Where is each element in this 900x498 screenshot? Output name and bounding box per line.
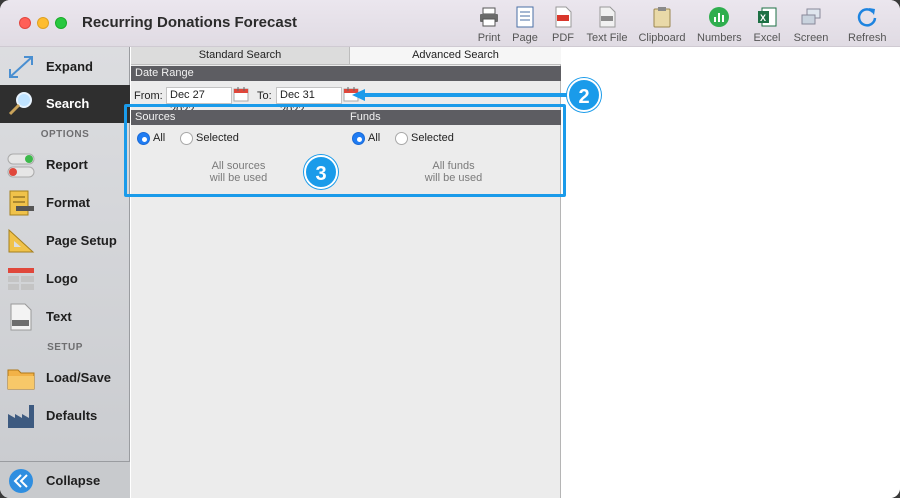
numbers-icon bbox=[709, 7, 729, 27]
sidebar-label-logo: Logo bbox=[46, 271, 78, 286]
sidebar-label-format: Format bbox=[46, 195, 91, 210]
clipboard-label: Clipboard bbox=[638, 32, 686, 44]
magnifier-icon bbox=[8, 92, 32, 116]
clipboard-icon bbox=[653, 7, 671, 28]
expand-icon bbox=[9, 56, 33, 78]
numbers-label: Numbers bbox=[697, 32, 742, 44]
callout-3-highlight-box bbox=[124, 104, 566, 197]
sidebar-label-collapse: Collapse bbox=[46, 473, 101, 488]
svg-text:X: X bbox=[760, 13, 766, 23]
window-title: Recurring Donations Forecast bbox=[82, 14, 298, 31]
sidebar-label-text: Text bbox=[46, 309, 72, 324]
double-chevron-left-icon bbox=[9, 469, 33, 493]
minimize-window-button[interactable] bbox=[37, 17, 49, 29]
sidebar-item-load-save[interactable]: Load/Save bbox=[0, 359, 130, 397]
page-icon bbox=[516, 6, 534, 28]
report-preview-area bbox=[562, 47, 900, 498]
from-date-field[interactable]: Dec 27 2022 bbox=[166, 87, 232, 116]
sidebar-label-expand: Expand bbox=[46, 59, 93, 74]
screen-button[interactable]: Screen bbox=[793, 6, 829, 44]
text-file-icon bbox=[599, 6, 616, 28]
callout-3-badge: 3 bbox=[304, 155, 338, 189]
search-tabs: Standard Search Advanced Search bbox=[131, 47, 561, 65]
excel-label: Excel bbox=[753, 32, 781, 44]
logo-icon bbox=[8, 268, 34, 290]
sidebar-item-logo[interactable]: Logo bbox=[0, 260, 130, 298]
sidebar-label-load-save: Load/Save bbox=[46, 370, 112, 385]
tab-advanced-search[interactable]: Advanced Search bbox=[350, 47, 561, 65]
sidebar-item-format[interactable]: Format bbox=[0, 184, 130, 222]
sidebar-label-page-setup: Page Setup bbox=[46, 233, 117, 248]
sidebar-label-search: Search bbox=[46, 96, 90, 111]
refresh-icon bbox=[857, 8, 877, 27]
setup-section-header: SETUP bbox=[47, 342, 83, 353]
factory-icon bbox=[8, 405, 34, 428]
pdf-label: PDF bbox=[552, 32, 574, 44]
screen-label: Screen bbox=[793, 32, 829, 44]
date-range-header: Date Range bbox=[131, 66, 561, 81]
sidebar-item-page-setup[interactable]: Page Setup bbox=[0, 222, 130, 260]
printer-icon bbox=[480, 7, 498, 27]
set-square-icon bbox=[8, 228, 35, 253]
text-document-icon bbox=[10, 303, 32, 331]
sidebar-collapse-area: Collapse bbox=[0, 461, 130, 498]
print-button[interactable]: Print bbox=[476, 6, 502, 44]
sidebar-item-expand[interactable]: Expand bbox=[0, 48, 130, 86]
sidebar-item-collapse[interactable]: Collapse bbox=[0, 462, 130, 498]
refresh-button[interactable]: Refresh bbox=[848, 6, 887, 44]
callout-arrow bbox=[352, 89, 578, 101]
calendar-icon[interactable] bbox=[233, 86, 249, 102]
clipboard-button[interactable]: Clipboard bbox=[638, 6, 686, 44]
sidebar: Expand Search OPTIONS Report Format Page… bbox=[0, 47, 130, 498]
format-icon bbox=[9, 190, 34, 216]
from-label: From: bbox=[134, 90, 163, 102]
page-label: Page bbox=[512, 32, 538, 44]
page-button[interactable]: Page bbox=[511, 6, 539, 44]
sidebar-label-defaults: Defaults bbox=[46, 408, 98, 423]
to-label: To: bbox=[257, 90, 272, 102]
close-window-button[interactable] bbox=[19, 17, 31, 29]
options-section-header: OPTIONS bbox=[40, 129, 90, 140]
callout-2-badge: 2 bbox=[567, 78, 601, 112]
excel-button[interactable]: X Excel bbox=[753, 6, 781, 44]
maximize-window-button[interactable] bbox=[55, 17, 67, 29]
sidebar-item-search[interactable]: Search bbox=[0, 85, 130, 123]
screen-icon bbox=[801, 8, 821, 25]
toggle-switch-icon bbox=[7, 153, 35, 178]
app-window: Recurring Donations Forecast Print Page … bbox=[0, 0, 900, 498]
folder-icon bbox=[7, 369, 35, 390]
titlebar: Recurring Donations Forecast Print Page … bbox=[0, 0, 900, 47]
sidebar-label-report: Report bbox=[46, 157, 88, 172]
to-date-field[interactable]: Dec 31 2022 bbox=[276, 87, 342, 116]
numbers-button[interactable]: Numbers bbox=[697, 6, 742, 44]
excel-icon: X bbox=[758, 7, 777, 27]
pdf-button[interactable]: PDF bbox=[550, 6, 576, 44]
pdf-icon bbox=[555, 6, 572, 28]
sidebar-item-text[interactable]: Text bbox=[0, 298, 130, 336]
text-file-button[interactable]: Text File bbox=[586, 6, 628, 44]
tab-standard-search[interactable]: Standard Search bbox=[131, 47, 350, 65]
text-file-label: Text File bbox=[586, 32, 628, 44]
print-label: Print bbox=[477, 32, 501, 44]
refresh-label: Refresh bbox=[848, 32, 887, 44]
sidebar-item-report[interactable]: Report bbox=[0, 146, 130, 184]
sidebar-item-defaults[interactable]: Defaults bbox=[0, 397, 130, 435]
